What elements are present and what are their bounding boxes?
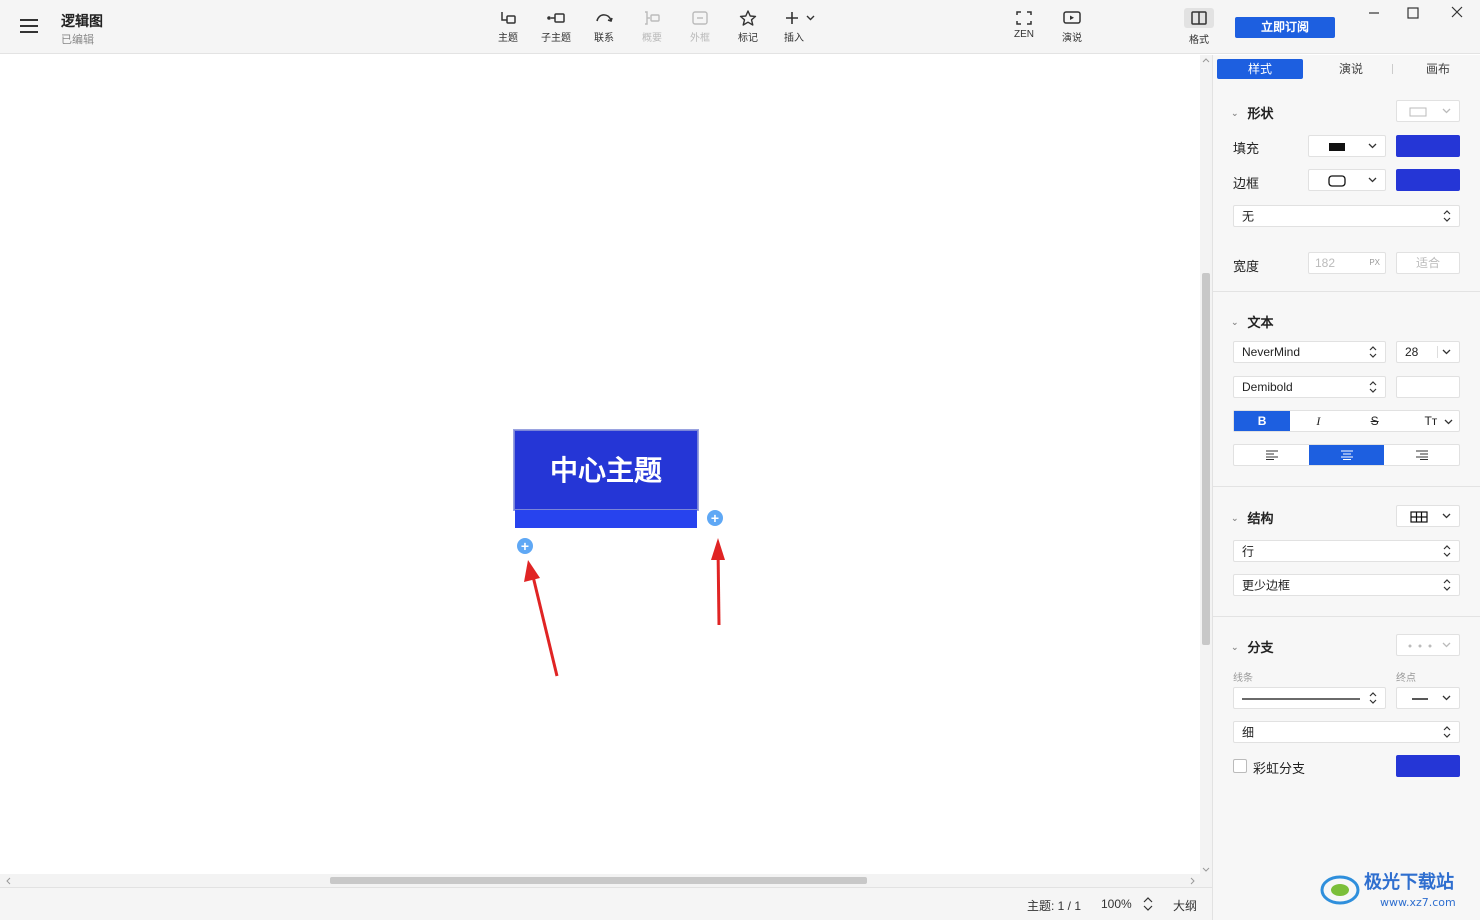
maximize-icon[interactable]	[1401, 4, 1425, 22]
italic-toggle[interactable]: I	[1290, 411, 1346, 431]
line-style-select[interactable]	[1233, 687, 1386, 709]
fill-color-swatch[interactable]	[1396, 135, 1460, 157]
font-family-select[interactable]: NeverMind	[1233, 341, 1386, 363]
border-color-swatch[interactable]	[1396, 169, 1460, 191]
svg-text:www.xz7.com: www.xz7.com	[1380, 896, 1456, 909]
align-left-icon[interactable]	[1234, 445, 1309, 465]
boundary-button[interactable]: 外框	[678, 8, 722, 48]
font-size-select[interactable]: 28	[1396, 341, 1460, 363]
border-style-select[interactable]	[1308, 169, 1386, 191]
relationship-icon	[596, 14, 613, 23]
site-watermark-logo: 极光下载站 www.xz7.com	[1320, 871, 1456, 909]
text-style-toggles: B I S Tт	[1233, 410, 1460, 432]
minimize-icon[interactable]	[1362, 4, 1386, 22]
insert-button[interactable]: 插入	[778, 8, 822, 48]
svg-text:极光下载站: 极光下载站	[1364, 871, 1454, 893]
tab-canvas[interactable]: 画布	[1395, 59, 1480, 79]
structure-select[interactable]	[1396, 505, 1460, 527]
boundary-icon	[692, 11, 708, 25]
width-label: 宽度	[1233, 259, 1260, 274]
endpoint-label: 终点	[1396, 673, 1416, 684]
layout-select[interactable]: 行	[1233, 540, 1460, 562]
plus-icon	[786, 12, 815, 24]
border-density-select[interactable]: 更少边框	[1233, 574, 1460, 596]
horizontal-scrollbar[interactable]	[0, 874, 1200, 887]
section-branch[interactable]: ⌄ 分支	[1231, 637, 1274, 656]
width-input[interactable]: 182 PX	[1308, 252, 1386, 274]
text-case-select[interactable]: Tт	[1403, 411, 1459, 431]
format-panel: 样式 演说 画布 ⌄ 形状 填充 边框 无 宽度 182 PX 适合 ⌄ 文本 Ne…	[1212, 55, 1480, 920]
fill-label: 填充	[1233, 141, 1260, 156]
bold-toggle[interactable]: B	[1234, 411, 1291, 431]
border-option-select[interactable]: 无	[1233, 205, 1460, 227]
tab-presentation[interactable]: 演说	[1308, 59, 1394, 79]
text-align-toggles	[1233, 444, 1460, 466]
top-toolbar: 逻辑图 已编辑 主题 子主题 联系 概要 外框 标记 插入 ZEN 演说 格式 …	[0, 0, 1480, 54]
branch-style-select[interactable]	[1396, 634, 1460, 656]
format-panel-button[interactable]: 格式	[1177, 8, 1221, 48]
outline-button[interactable]: 大纲	[1173, 897, 1197, 914]
strikethrough-toggle[interactable]: S	[1347, 411, 1403, 431]
line-label: 线条	[1233, 673, 1253, 684]
close-icon[interactable]	[1445, 4, 1469, 22]
summary-button[interactable]: 概要	[630, 8, 674, 48]
document-title: 逻辑图	[61, 13, 103, 29]
zoom-level[interactable]: 100%	[1101, 897, 1132, 911]
present-icon	[1063, 11, 1081, 24]
summary-icon	[645, 11, 660, 25]
text-color-swatch[interactable]	[1396, 376, 1460, 398]
subtopic-icon	[547, 13, 565, 23]
fit-width-button[interactable]: 适合	[1396, 252, 1460, 274]
horizontal-scroll-thumb[interactable]	[330, 877, 867, 884]
fill-style-select[interactable]	[1308, 135, 1386, 157]
endpoint-select[interactable]	[1396, 687, 1460, 709]
shape-select[interactable]	[1396, 100, 1460, 122]
topic-count: 主题: 1 / 1	[1027, 899, 1082, 913]
tab-style[interactable]: 样式	[1217, 59, 1303, 79]
zoom-stepper-icon[interactable]	[1143, 896, 1153, 912]
relationship-button[interactable]: 联系	[582, 8, 626, 48]
zen-mode-button[interactable]: ZEN	[1002, 8, 1046, 48]
branch-color-swatch[interactable]	[1396, 755, 1460, 777]
font-weight-select[interactable]: Demibold	[1233, 376, 1386, 398]
central-topic[interactable]: 中心主题	[513, 429, 699, 511]
vertical-scrollbar[interactable]	[1200, 55, 1212, 887]
align-center-icon[interactable]	[1309, 445, 1384, 465]
annotation-arrows	[524, 538, 725, 677]
status-bar: 主题: 1 / 1 100% 大纲	[0, 887, 1212, 920]
section-structure[interactable]: ⌄ 结构	[1231, 508, 1274, 527]
topic-button[interactable]: 主题	[486, 8, 530, 48]
marker-button[interactable]: 标记	[726, 8, 770, 48]
fullscreen-icon	[1016, 11, 1032, 25]
section-text[interactable]: ⌄ 文本	[1231, 312, 1274, 331]
topic-icon	[501, 12, 516, 24]
vertical-scroll-thumb[interactable]	[1202, 273, 1210, 645]
menu-icon[interactable]	[18, 16, 40, 38]
subtopic-button[interactable]: 子主题	[534, 8, 578, 48]
line-thickness-select[interactable]: 细	[1233, 721, 1460, 743]
document-status: 已编辑	[61, 34, 94, 46]
rainbow-branch-label: 彩虹分支	[1253, 761, 1306, 776]
align-right-icon[interactable]	[1384, 445, 1459, 465]
format-panel-icon	[1191, 11, 1207, 25]
rainbow-branch-checkbox[interactable]	[1233, 759, 1247, 773]
border-label: 边框	[1233, 176, 1260, 191]
present-button[interactable]: 演说	[1050, 8, 1094, 48]
star-icon	[739, 10, 757, 26]
panel-tabs: 样式 演说 画布	[1217, 59, 1477, 79]
subscribe-button[interactable]: 立即订阅	[1235, 17, 1335, 38]
section-shape[interactable]: ⌄ 形状	[1231, 103, 1274, 122]
table-structure-icon	[1410, 511, 1428, 523]
arrow-to-below-plus	[529, 567, 559, 677]
